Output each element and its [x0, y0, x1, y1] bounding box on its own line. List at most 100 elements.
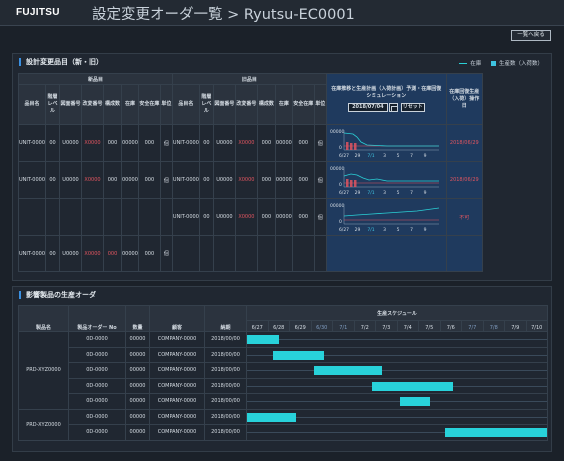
item-row[interactable]: UNIT-0000 00 U0000 X0000 000 00000 000 個 UNIT-00…: [18, 124, 483, 162]
item-row[interactable]: UNIT-0000 00 U0000 X0000 000 00000 000 個: [18, 235, 483, 272]
gantt-bar[interactable]: [247, 335, 280, 344]
old-item-cell: [198, 235, 214, 272]
due-date-cell: 2018/00/00: [204, 362, 247, 379]
column-header: 階層レベル: [45, 84, 60, 125]
stock-trend-line: [344, 207, 440, 217]
quantity-cell: 00000: [125, 331, 150, 348]
x-tick-label: 29: [355, 153, 361, 159]
schedule-header: 生産スケジュール: [246, 305, 548, 321]
column-header: 安全在庫: [137, 84, 161, 125]
due-date-cell: 2018/00/00: [204, 331, 247, 348]
new-item-cell: UNIT-0000: [18, 161, 46, 199]
order-no-cell: 0D-0000: [68, 346, 126, 363]
x-tick-label: 3: [383, 153, 386, 159]
old-item-cell: 個: [313, 161, 327, 199]
column-header: 製品名: [18, 305, 69, 332]
production-bar: [354, 143, 357, 150]
customer-cell: COMPANY-0000: [149, 346, 205, 363]
simulation-date-input[interactable]: 2018/07/04: [347, 103, 388, 112]
column-header: 納期: [204, 305, 247, 332]
stock-forecast-cell: 00000 0 6/27 29 7/1 3 5 7 9: [325, 161, 447, 199]
column-header: 安全在庫: [291, 84, 315, 125]
order-row[interactable]: PRD-XYZ0000 0D-0000 00000 COMPANY-0000 2018/…: [18, 331, 548, 410]
panel-title: 影響製品の生産オーダ: [19, 291, 96, 299]
schedule-day-header: 7/8: [482, 320, 505, 332]
stock-forecast-chart: 0000006/27 29 7/1 3 5 7 9: [330, 203, 440, 233]
calendar-icon[interactable]: [388, 103, 398, 112]
x-tick-label: 29: [355, 227, 361, 233]
quantity-cell: 00000: [125, 424, 150, 441]
x-tick-label: 5: [397, 227, 400, 233]
new-item-cell: 00: [45, 235, 60, 272]
order-row[interactable]: 0D-0000 00000 COMPANY-0000 2018/00/00: [19, 424, 548, 441]
reset-button[interactable]: リセット: [400, 103, 425, 112]
back-to-list-button[interactable]: 一覧へ戻る: [511, 30, 551, 41]
gantt-cell: [246, 424, 548, 441]
new-item-cell: [159, 198, 173, 236]
column-header: 顧客: [149, 305, 205, 332]
gantt-bar[interactable]: [444, 428, 547, 437]
order-row[interactable]: PRD-XYZ0000 0D-0000 00000 COMPANY-0000 2018/…: [18, 408, 548, 441]
new-item-cell: [121, 198, 139, 236]
new-item-cell: 000: [137, 124, 161, 162]
gantt-bar[interactable]: [399, 397, 430, 406]
schedule-day-header: 7/2: [353, 320, 376, 332]
production-bar-icon: [490, 61, 496, 66]
new-item-cell: 00000: [121, 161, 139, 199]
x-tick-label: 9: [424, 227, 427, 233]
old-item-cell: U0000: [212, 124, 236, 162]
x-tick-label: 3: [383, 190, 386, 196]
new-item-cell: U0000: [59, 235, 82, 272]
gantt-bar[interactable]: [313, 366, 383, 375]
order-no-cell: 0D-0000: [68, 393, 126, 410]
item-row[interactable]: UNIT-0000 00 U0000 X0000 000 00000 000 個 UNIT-00…: [18, 161, 483, 199]
x-tick-label: 29: [355, 190, 361, 196]
gantt-bar[interactable]: [247, 412, 297, 422]
new-item-cell: 000: [103, 161, 122, 199]
x-tick-label: 7/1: [368, 153, 375, 159]
old-item-cell: 個: [313, 124, 327, 162]
order-row[interactable]: 0D-0000 00000 COMPANY-0000 2018/00/00: [19, 393, 548, 410]
old-item-cell: 000: [291, 161, 315, 199]
new-item-cell: [137, 198, 161, 236]
old-item-cell: X0000: [234, 124, 258, 162]
quantity-cell: 00000: [125, 377, 150, 394]
schedule-day-header: 6/27: [246, 320, 269, 332]
order-row[interactable]: 0D-0000 00000 COMPANY-0000 2018/00/00: [19, 377, 548, 394]
new-item-cell: 個: [159, 124, 173, 162]
item-row[interactable]: UNIT-0000 00 U0000 X0000 000 00000 000 個 00000 0 6…: [18, 198, 483, 236]
top-bar: FUJITSU 設定変更オーダ一覧 > Ryutsu-EC0001: [0, 0, 564, 26]
x-tick-label: 6/27: [339, 153, 349, 159]
new-item-cell: [59, 198, 82, 236]
old-item-cell: 000: [291, 198, 315, 236]
order-no-cell: 0D-0000: [68, 377, 126, 394]
order-row[interactable]: 0D-0000 00000 COMPANY-0000 2018/00/00: [19, 346, 548, 363]
stock-forecast-cell: 00000 0 6/27 29 7/1 3 5 7 9: [325, 198, 447, 236]
column-header: 品目名: [18, 84, 46, 125]
gantt-bar[interactable]: [371, 381, 454, 391]
due-date-cell: 2018/00/00: [204, 393, 247, 410]
x-tick-label: 7/1: [368, 227, 375, 233]
old-items-group-header: 旧品目: [171, 73, 327, 85]
new-item-cell: UNIT-0000: [18, 235, 46, 272]
order-row[interactable]: 0D-0000 00000 COMPANY-0000 2018/00/00: [19, 362, 548, 379]
chart-legend: 在庫 生産数（入荷数）: [459, 59, 543, 67]
new-item-cell: X0000: [81, 235, 104, 272]
production-bar: [350, 180, 353, 187]
gantt-track: [247, 339, 547, 340]
column-header: 製品オーダー No: [68, 305, 126, 332]
customer-cell: COMPANY-0000: [149, 377, 205, 394]
x-tick-label: 6/27: [339, 227, 349, 233]
new-item-cell: [103, 198, 122, 236]
gantt-bar[interactable]: [272, 350, 325, 360]
column-header: 改変番号: [81, 84, 104, 125]
old-item-cell: UNIT-0000: [171, 124, 200, 162]
new-item-cell: U0000: [59, 161, 82, 199]
x-tick-label: 9: [424, 153, 427, 159]
old-item-cell: 00000: [274, 161, 293, 199]
due-date-cell: 2018/00/00: [204, 346, 247, 363]
stock-forecast-cell: 00000 0 6/27 29 7/1 3 5 7 9: [325, 124, 447, 162]
schedule-day-header: 7/9: [504, 320, 527, 332]
schedule-day-header: 6/29: [289, 320, 312, 332]
x-tick-label: 7: [410, 153, 413, 159]
